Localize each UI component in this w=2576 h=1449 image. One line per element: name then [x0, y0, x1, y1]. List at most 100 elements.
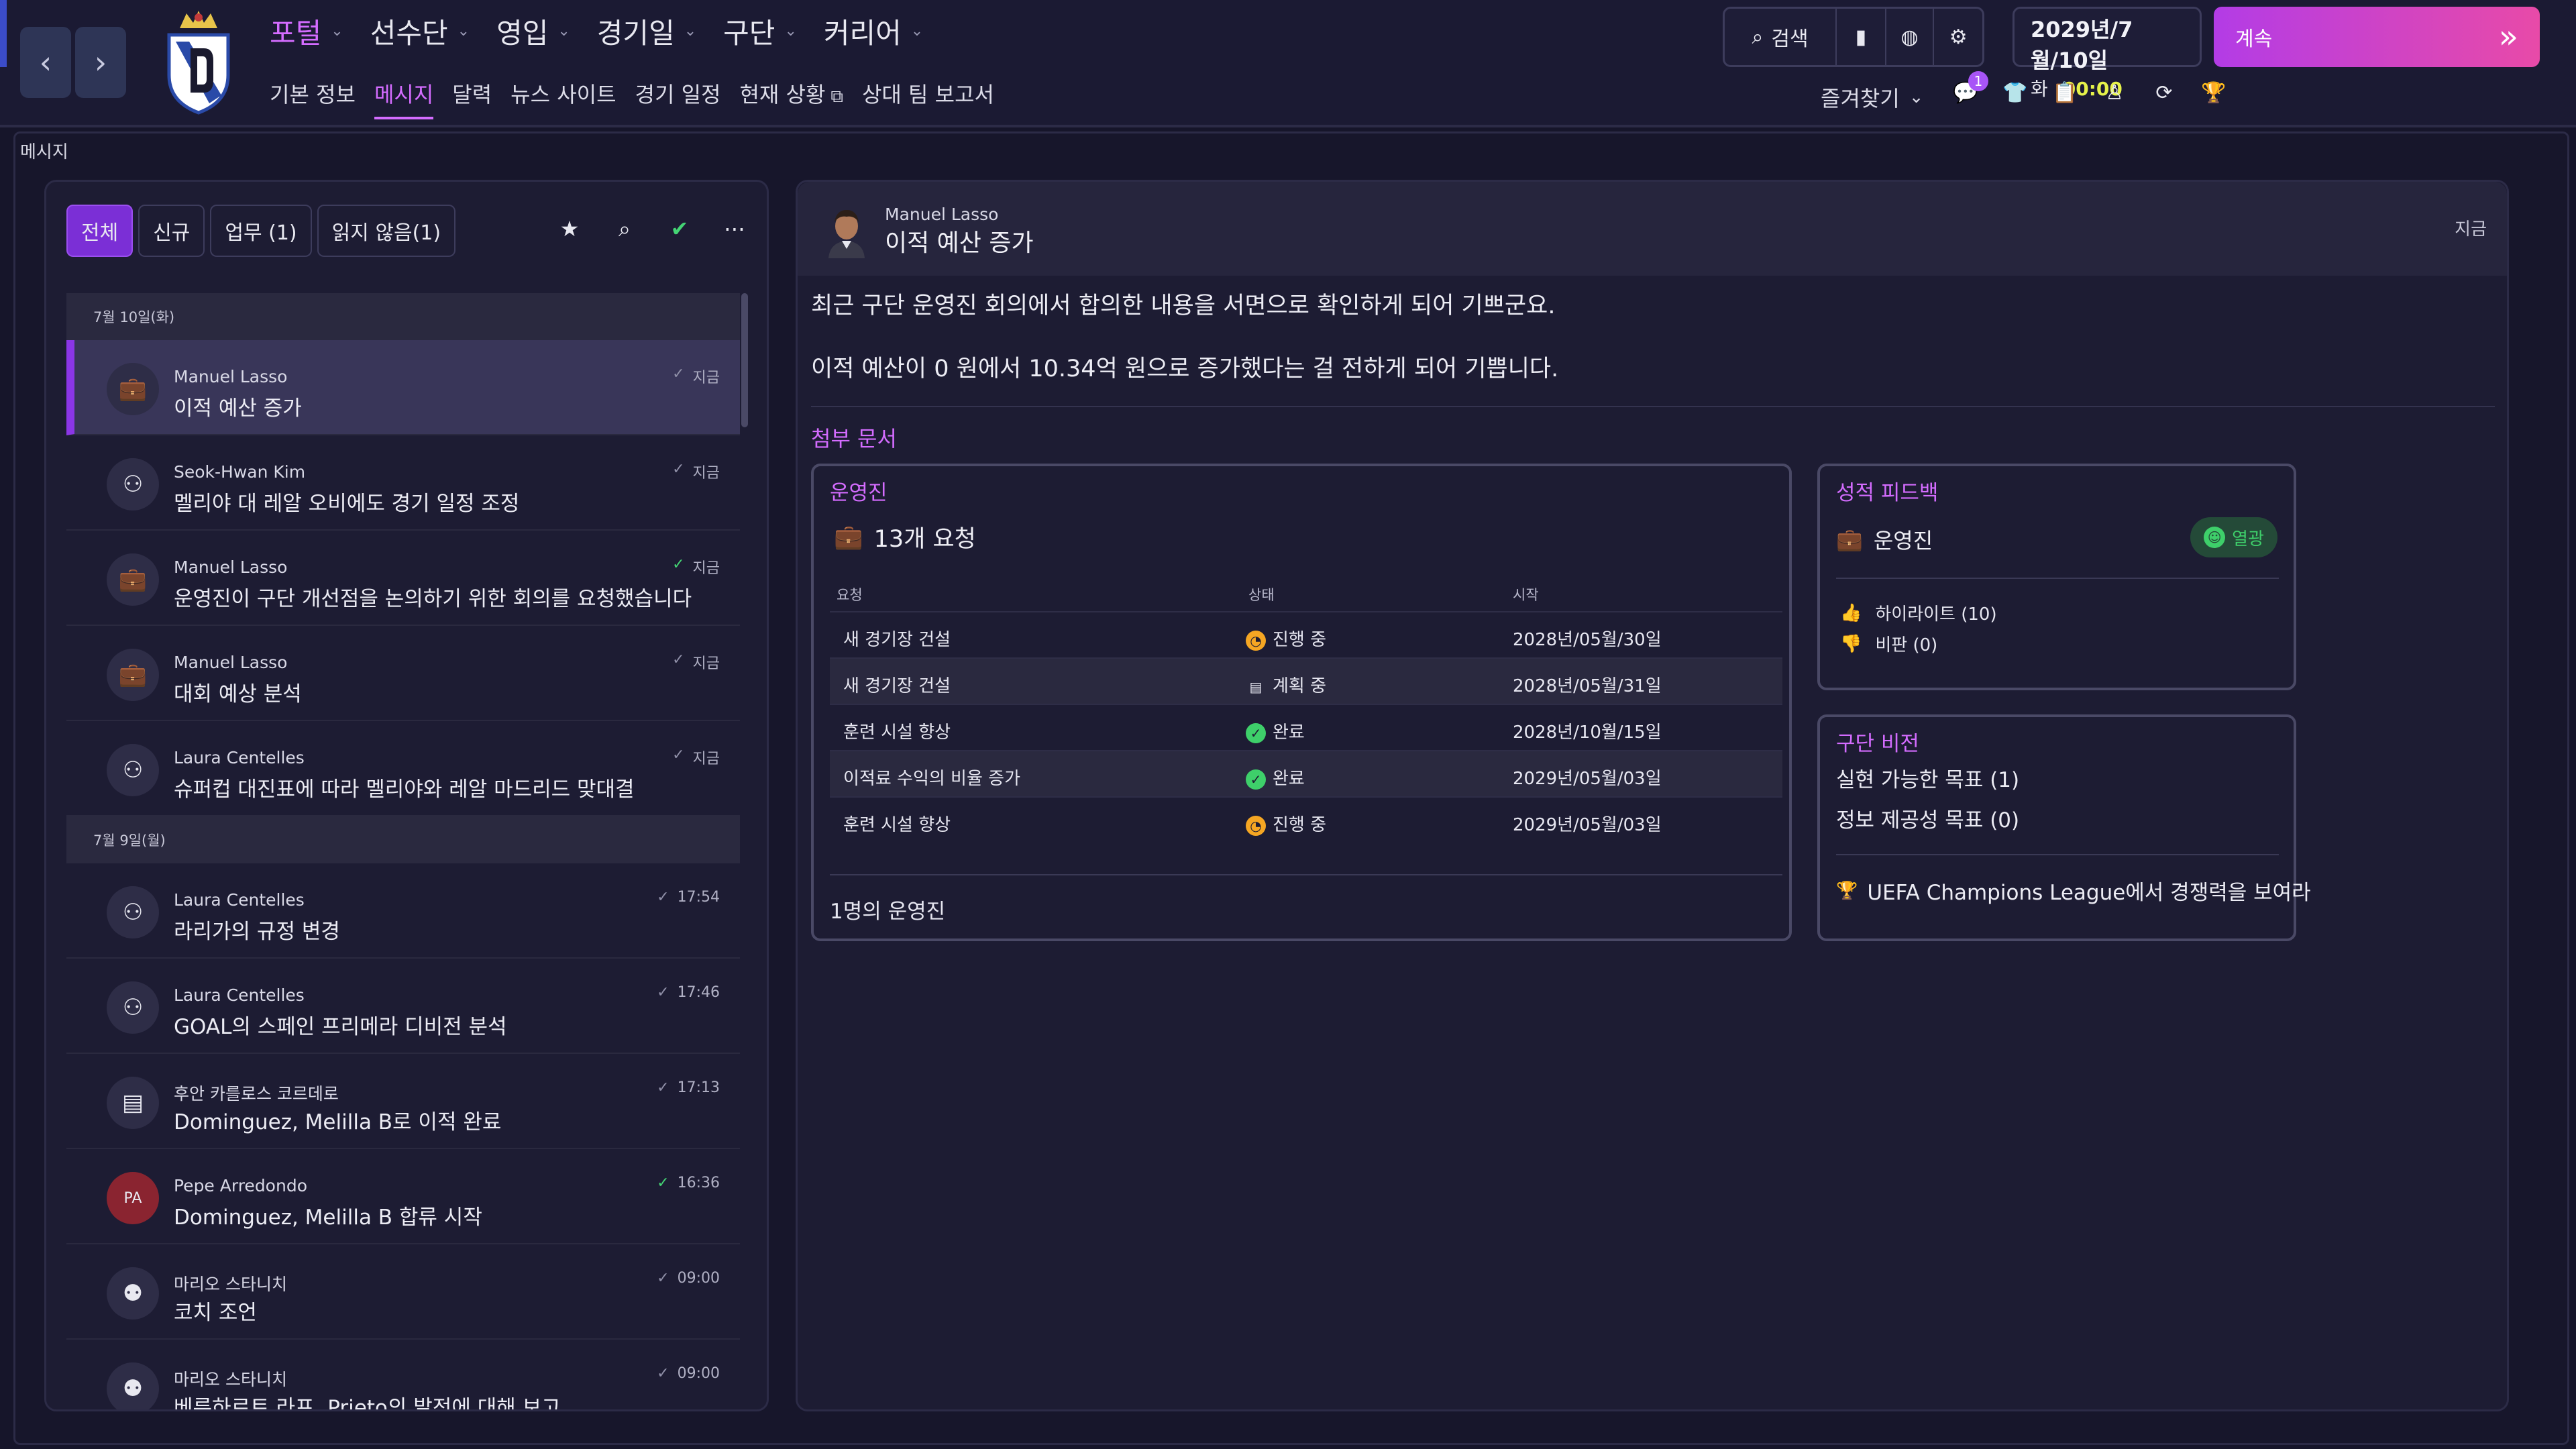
chat-button[interactable]: 💬 1 — [1952, 71, 1988, 106]
message-sender: Laura Centelles — [174, 985, 305, 1005]
list-item[interactable]: ⚉ 마리오 스타니치 코치 조언 ✓ 09:00 — [66, 1244, 740, 1340]
list-item[interactable]: ⚇ Laura Centelles 라리가의 규정 변경 ✓ 17:54 — [66, 863, 740, 959]
message-time: 지금 — [692, 465, 720, 482]
in-progress-icon: ◔ — [1246, 630, 1266, 651]
message-sender: Pepe Arredondo — [174, 1176, 307, 1195]
trophy-icon: 🏆 — [2201, 80, 2226, 105]
list-item[interactable]: 💼 Manuel Lasso 이적 예산 증가 ✓ 지금 — [66, 340, 740, 435]
club-crest-icon[interactable] — [160, 8, 237, 115]
list-item[interactable]: 💼 Manuel Lasso 대회 예상 분석 ✓ 지금 — [66, 626, 740, 721]
back-button[interactable]: ‹ — [20, 27, 71, 98]
briefcase-icon: 💼 — [107, 363, 159, 415]
table-row[interactable]: 이적료 수익의 비율 증가 ✓ 완료 2029년/05월/03일 — [830, 750, 1782, 796]
briefcase-icon: 💼 — [107, 553, 159, 606]
search-icon: ⌕ — [1752, 25, 1764, 49]
table-row[interactable]: 새 경기장 건설 ▤ 계획 중 2028년/05월/31일 — [830, 657, 1782, 704]
list-item[interactable]: PA Pepe Arredondo Dominguez, Melilla B 합… — [66, 1149, 740, 1244]
list-item[interactable]: 💼 Manuel Lasso 운영진이 구단 개선점을 논의하기 위한 회의를 … — [66, 531, 740, 626]
performance-feedback-card[interactable]: 성적 피드백 💼 운영진 ☺ 열광 👍 하이라이트 (10) 👎 비판 (0) — [1817, 464, 2296, 690]
scrollbar[interactable] — [741, 293, 748, 427]
more-options-icon[interactable]: ⋯ — [721, 215, 748, 242]
trophy-button[interactable]: 🏆 — [2200, 79, 2227, 106]
column-header: 상태 — [1248, 587, 1275, 603]
message-time: 지금 — [692, 370, 720, 386]
gear-icon: ⚙ — [1949, 25, 1968, 49]
club-vision-card[interactable]: 구단 비전 실현 가능한 목표 (1) 정보 제공성 목표 (0) 🏆 UEFA… — [1817, 714, 2311, 941]
read-check-icon: ✓ — [657, 984, 669, 1001]
search-icon[interactable]: ⌕ — [611, 215, 638, 242]
request-table: 새 경기장 건설 ◔ 진행 중 2028년/05월/30일 새 경기장 건설 ▤ 계… — [830, 611, 1782, 843]
submenu-status[interactable]: 현재 상황 ⧉ — [739, 78, 843, 119]
staff-button[interactable]: ♙ — [2101, 79, 2128, 106]
forward-button[interactable]: › — [75, 27, 126, 98]
submenu-calendar[interactable]: 달력 — [452, 78, 492, 119]
refresh-button[interactable]: ⟳ — [2151, 79, 2178, 106]
notebook-button[interactable]: ▮ — [1837, 9, 1886, 65]
menu-career[interactable]: 커리어 ⌄ — [824, 11, 923, 52]
table-row[interactable]: 훈련 시설 향상 ◔ 진행 중 2029년/05월/03일 — [830, 796, 1782, 843]
filter-tasks[interactable]: 업무 (1) — [210, 205, 312, 257]
attachments-label: 첨부 문서 — [811, 426, 897, 451]
message-subject: 이적 예산 증가 — [174, 396, 302, 421]
table-row[interactable]: 훈련 시설 향상 ✓ 완료 2028년/10월/15일 — [830, 704, 1782, 750]
inbox-tools: ★ ⌕ ✔ ⋯ — [556, 215, 748, 242]
continue-button[interactable]: 계속 » — [2214, 7, 2540, 67]
kit-button[interactable]: 👕 — [2002, 79, 2029, 106]
list-item[interactable]: ⚇ Seok-Hwan Kim 멜리야 대 레알 오비에도 경기 일정 조정 ✓… — [66, 435, 740, 531]
favorites-label: 즐겨찾기 — [1821, 86, 1900, 111]
globe-icon: ◍ — [1900, 25, 1919, 49]
date-box: 2029년/7월/10일 화 00:00 — [2012, 7, 2202, 100]
request-status: 진행 중 — [1273, 815, 1327, 835]
request-start: 2029년/05월/03일 — [1513, 815, 1662, 835]
list-item[interactable]: ▤ 후안 카를로스 코르데로 Dominguez, Melilla B로 이적 … — [66, 1054, 740, 1149]
message-subject: 슈퍼컵 대진표에 따라 멜리야와 레알 마드리드 맞대결 — [174, 777, 635, 802]
read-check-icon: ✓ — [657, 1175, 669, 1191]
current-date: 2029년/7월/10일 — [2031, 17, 2133, 73]
table-row[interactable]: 새 경기장 건설 ◔ 진행 중 2028년/05월/30일 — [830, 611, 1782, 657]
world-button[interactable]: ◍ — [1886, 9, 1935, 65]
briefcase-icon: 💼 — [834, 524, 863, 551]
clipboard-icon: 📋 — [2052, 80, 2078, 105]
staff-requests-card[interactable]: 운영진 💼 13개 요청 요청 상태 시작 새 경기장 건설 ◔ 진행 중 202… — [811, 464, 1792, 941]
message-time: 지금 — [692, 655, 720, 672]
card-title: 구단 비전 — [1836, 732, 1919, 756]
menu-transfers[interactable]: 영입 ⌄ — [496, 11, 570, 52]
filter-unread[interactable]: 읽지 않음(1) — [317, 205, 456, 257]
favorites-dropdown[interactable]: 즐겨찾기 ⌄ — [1821, 82, 1924, 113]
list-item[interactable]: ⚉ 마리오 스타니치 베른하르트 라프, Prieto의 발전에 대해 보고 ✓… — [66, 1340, 740, 1409]
request-count: 💼 13개 요청 — [834, 520, 976, 554]
search-button[interactable]: ⌕ 검색 — [1725, 9, 1837, 65]
request-start: 2028년/10월/15일 — [1513, 722, 1662, 743]
divider — [1836, 854, 2279, 855]
message-time: 지금 — [2455, 219, 2487, 239]
message-body-line: 이적 예산이 0 원에서 10.34억 원으로 증가했다는 걸 전하게 되어 기… — [811, 356, 1559, 382]
column-header: 시작 — [1513, 587, 1539, 603]
filter-new[interactable]: 신규 — [138, 205, 205, 257]
submenu-messages[interactable]: 메시지 — [374, 78, 434, 119]
menu-club[interactable]: 구단 ⌄ — [723, 11, 797, 52]
inbox-filters: 전체 신규 업무 (1) 읽지 않음(1) — [66, 205, 456, 257]
read-check-icon: ✓ — [657, 889, 669, 906]
menu-portal[interactable]: 포털 ⌄ — [270, 11, 343, 52]
submenu-opposition[interactable]: 상대 팀 보고서 — [862, 78, 994, 119]
vision-goal: 🏆 UEFA Champions League에서 경쟁력을 보여라 — [1836, 875, 2311, 906]
message-time: 지금 — [692, 751, 720, 767]
menu-squad[interactable]: 선수단 ⌄ — [370, 11, 470, 52]
message-from: Manuel Lasso — [885, 205, 999, 224]
settings-button[interactable]: ⚙ — [1934, 9, 1982, 65]
star-icon[interactable]: ★ — [556, 215, 583, 242]
filter-all[interactable]: 전체 — [66, 205, 133, 257]
menu-matchday[interactable]: 경기일 ⌄ — [597, 11, 696, 52]
list-item[interactable]: ⚇ Laura Centelles GOAL의 스페인 프리메라 디비전 분석 … — [66, 959, 740, 1054]
report-button[interactable]: 📋 — [2051, 79, 2078, 106]
submenu-overview[interactable]: 기본 정보 — [270, 78, 356, 119]
mark-read-icon[interactable]: ✔ — [666, 215, 693, 242]
list-item[interactable]: ⚇ Laura Centelles 슈퍼컵 대진표에 따라 멜리야와 레알 마드… — [66, 721, 740, 816]
submenu-news[interactable]: 뉴스 사이트 — [511, 78, 616, 119]
message-list: 7월 10일(화) 💼 Manuel Lasso 이적 예산 증가 ✓ 지금 ⚇ … — [66, 293, 740, 1409]
message-subject: 대회 예상 분석 — [174, 682, 302, 706]
chevron-down-icon: ⌄ — [1909, 87, 1924, 107]
request-start: 2028년/05월/30일 — [1513, 630, 1662, 650]
submenu-schedule[interactable]: 경기 일정 — [635, 78, 721, 119]
read-check-icon: ✓ — [672, 747, 685, 763]
